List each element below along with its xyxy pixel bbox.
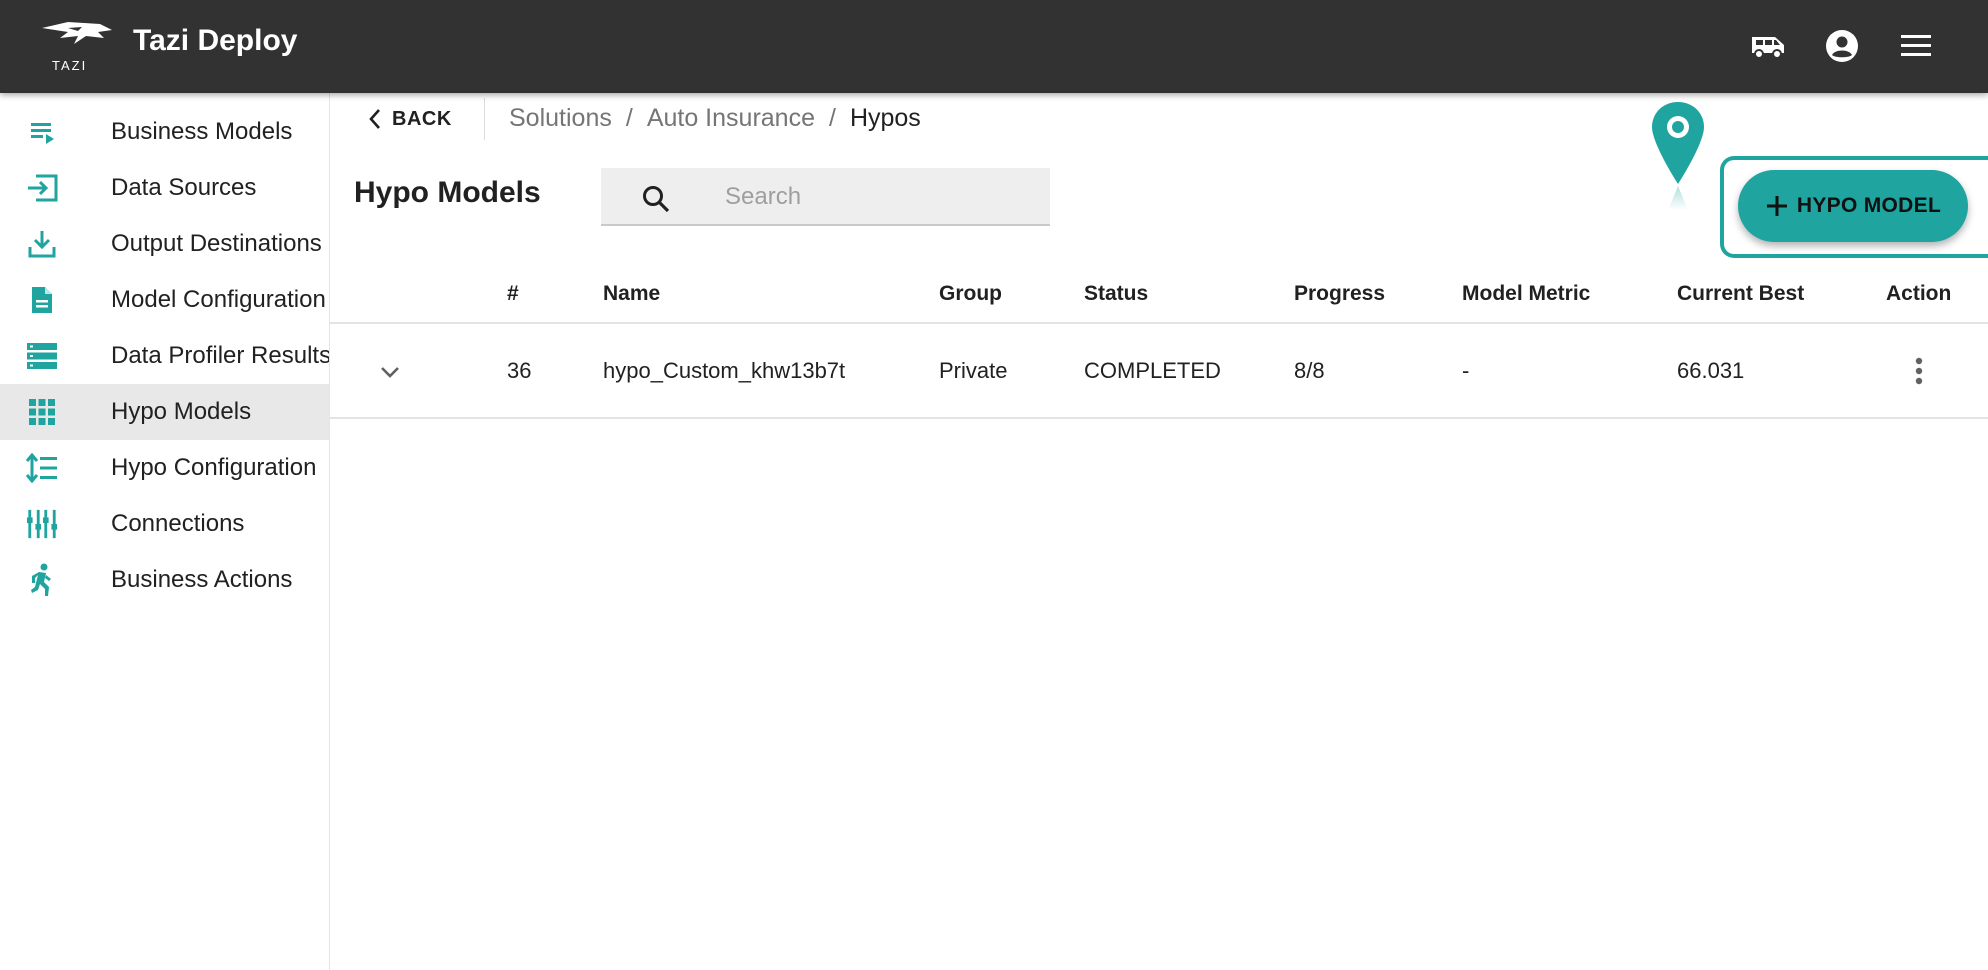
- sidebar-item-label: Data Sources: [111, 174, 257, 201]
- sidebar-item-business-models[interactable]: Business Models: [0, 104, 329, 160]
- page-title: Hypo Models: [354, 176, 541, 209]
- column-header-progress[interactable]: Progress: [1294, 282, 1385, 306]
- sidebar-item-output-destinations[interactable]: Output Destinations: [0, 216, 329, 272]
- chevron-left-icon: [369, 109, 380, 129]
- cell-current-best: 66.031: [1677, 358, 1745, 383]
- breadcrumb-auto-insurance[interactable]: Auto Insurance: [647, 104, 815, 133]
- sidebar-item-label: Output Destinations: [111, 230, 322, 257]
- hamburger-menu-icon[interactable]: [1896, 26, 1936, 66]
- sidebar-item-hypo-configuration[interactable]: Hypo Configuration: [0, 440, 329, 496]
- column-header-model-metric[interactable]: Model Metric: [1462, 282, 1590, 306]
- tune-sliders-icon: [26, 508, 58, 540]
- running-person-icon: [26, 563, 58, 596]
- plus-icon: [1766, 196, 1787, 216]
- sidebar-item-data-profiler-results[interactable]: Data Profiler Results: [0, 328, 330, 384]
- back-label: BACK: [392, 107, 452, 130]
- column-header-name[interactable]: Name: [603, 282, 660, 306]
- download-tray-icon: [26, 228, 58, 260]
- cell-model-metric: -: [1462, 358, 1470, 383]
- cell-progress: 8/8: [1294, 358, 1325, 383]
- format-line-spacing-icon: [26, 452, 58, 484]
- sidebar-item-connections[interactable]: Connections: [0, 496, 329, 552]
- account-circle-icon[interactable]: [1822, 26, 1862, 66]
- add-button-label: HYPO MODEL: [1796, 194, 1942, 217]
- chevron-down-icon[interactable]: [376, 358, 404, 386]
- sidebar-item-hypo-models[interactable]: Hypo Models: [0, 384, 329, 440]
- table-row[interactable]: 36 hypo_Custom_khw13b7t Private COMPLETE…: [330, 324, 1988, 419]
- sidebar-item-business-actions[interactable]: Business Actions: [0, 552, 329, 608]
- breadcrumb-solutions[interactable]: Solutions: [509, 104, 612, 133]
- search-input[interactable]: [725, 178, 1025, 216]
- sidebar-item-data-sources[interactable]: Data Sources: [0, 160, 329, 216]
- breadcrumb-separator: /: [828, 104, 836, 132]
- location-pin-icon[interactable]: [1648, 100, 1708, 218]
- sidebar-item-label: Connections: [111, 510, 245, 537]
- sidebar-item-label: Hypo Configuration: [111, 454, 317, 481]
- add-hypo-model-button[interactable]: HYPO MODEL: [1738, 170, 1968, 242]
- app-title: Tazi Deploy: [133, 24, 298, 57]
- breadcrumb-separator: /: [625, 104, 633, 132]
- sidebar-item-label: Business Models: [111, 118, 293, 145]
- back-button[interactable]: BACK: [368, 104, 452, 134]
- logo-text: TAZI: [52, 58, 88, 73]
- column-header-number[interactable]: #: [507, 282, 519, 306]
- van-icon[interactable]: [1748, 26, 1788, 66]
- list-play-icon: [26, 116, 58, 148]
- sidebar-item-label: Data Profiler Results: [111, 342, 330, 369]
- cell-name: hypo_Custom_khw13b7t: [603, 358, 846, 383]
- column-header-action: Action: [1886, 282, 1952, 305]
- cell-id: 36: [507, 358, 532, 383]
- more-vert-icon[interactable]: [1902, 354, 1936, 388]
- sidebar-item-label: Model Configuration: [111, 286, 326, 313]
- search-icon: [643, 186, 670, 213]
- login-arrow-icon: [26, 172, 58, 204]
- grid-dots-icon: [26, 396, 58, 428]
- column-header-current-best[interactable]: Current Best: [1677, 282, 1804, 306]
- cell-status: COMPLETED: [1084, 358, 1221, 383]
- document-icon: [26, 284, 58, 316]
- table-header: # Name Group Status Progress Model Metri…: [330, 272, 1988, 324]
- storage-stack-icon: [26, 340, 58, 372]
- divider: [484, 98, 485, 140]
- content-panel: [330, 146, 1988, 970]
- search-box[interactable]: [601, 168, 1050, 226]
- sidebar-nav: Business Models Data Sources Output Dest…: [0, 93, 330, 970]
- breadcrumb-hypos: Hypos: [849, 104, 921, 132]
- column-header-status[interactable]: Status: [1084, 282, 1148, 306]
- sidebar-item-label: Business Actions: [111, 566, 293, 593]
- sidebar-item-label: Hypo Models: [111, 398, 252, 425]
- cell-group: Private: [939, 358, 1008, 383]
- column-header-group[interactable]: Group: [939, 282, 1002, 306]
- breadcrumb: Solutions / Auto Insurance / Hypos: [509, 104, 921, 133]
- sidebar-item-model-configuration[interactable]: Model Configuration: [0, 272, 329, 328]
- app-bar: TAZI Tazi Deploy: [0, 0, 1988, 93]
